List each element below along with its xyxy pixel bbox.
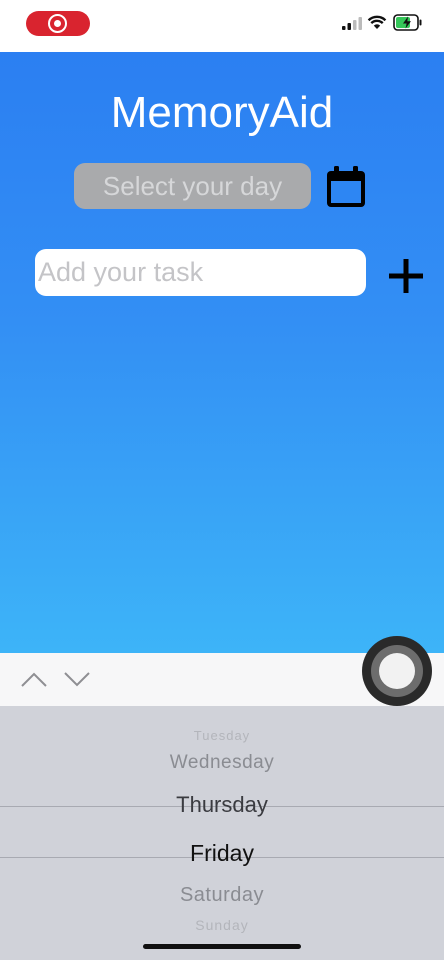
day-picker-wheel[interactable]: Tuesday Wednesday Thursday Friday Saturd… (0, 706, 444, 960)
day-select-field[interactable]: Select your day (74, 163, 311, 209)
battery-charging-icon (393, 14, 422, 31)
home-indicator (143, 944, 301, 949)
picker-item-selected[interactable]: Friday (0, 840, 444, 867)
app-title: MemoryAid (110, 88, 334, 137)
picker-item[interactable]: Wednesday (0, 752, 444, 774)
wifi-icon (367, 15, 387, 29)
picker-item[interactable]: Tuesday (0, 728, 444, 743)
screen-recording-indicator[interactable] (26, 11, 90, 36)
assistive-touch-button[interactable] (362, 636, 432, 706)
chevron-up-icon[interactable] (20, 670, 48, 688)
task-input[interactable] (35, 249, 366, 296)
cellular-signal-icon (342, 17, 362, 30)
main-panel: MemoryAid Select your day (0, 52, 444, 653)
calendar-icon[interactable] (325, 165, 367, 209)
status-bar (0, 0, 444, 52)
picker-item[interactable]: Sunday (0, 917, 444, 933)
plus-icon[interactable] (388, 258, 424, 294)
picker-item[interactable]: Thursday (0, 792, 444, 818)
assistive-touch-icon (379, 653, 415, 689)
chevron-down-icon[interactable] (63, 670, 91, 688)
picker-item[interactable]: Saturday (0, 884, 444, 907)
record-icon (48, 14, 67, 33)
